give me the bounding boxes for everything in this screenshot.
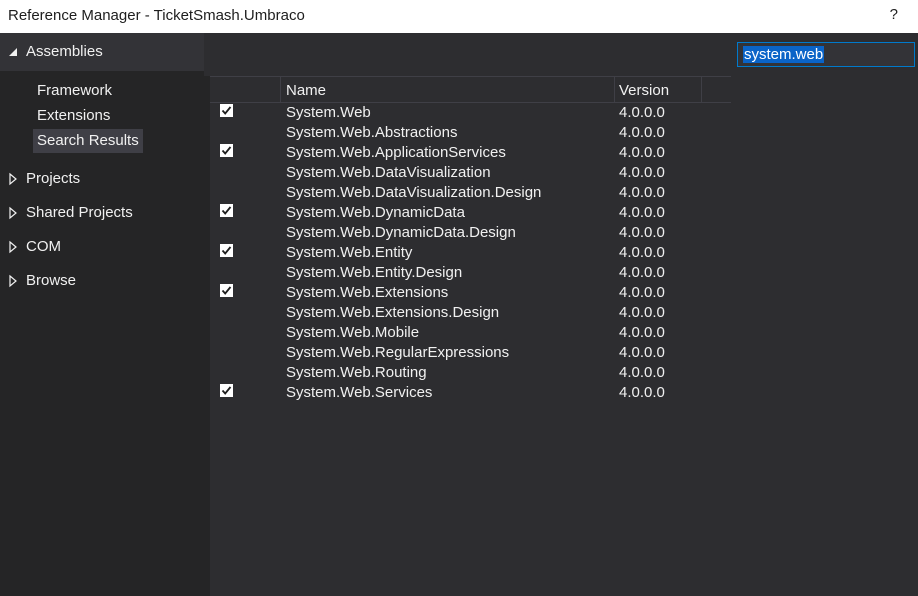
row-name: System.Web.Entity.Design — [286, 264, 463, 281]
nav-sub-framework[interactable]: Framework — [33, 79, 116, 103]
row-version: 4.0.0.0 — [619, 104, 665, 121]
row-name: System.Web.Routing — [286, 364, 427, 381]
collapsed-arrow-icon — [9, 274, 17, 288]
checkbox-checked[interactable] — [220, 204, 233, 217]
row-version: 4.0.0.0 — [619, 364, 665, 381]
row-version: 4.0.0.0 — [619, 164, 665, 181]
nav-node-projects[interactable]: Projects — [0, 168, 204, 192]
grid-header: Name Version — [210, 76, 731, 103]
row-name: System.Web.Entity — [286, 244, 413, 261]
checkbox-checked[interactable] — [220, 144, 233, 157]
row-version: 4.0.0.0 — [619, 124, 665, 141]
row-version: 4.0.0.0 — [619, 244, 665, 261]
row-name: System.Web.DataVisualization — [286, 164, 491, 181]
row-name: System.Web.Abstractions — [286, 124, 458, 141]
search-input[interactable]: system.web — [737, 42, 915, 67]
row-name: System.Web.ApplicationServices — [286, 144, 506, 161]
row-name: System.Web — [286, 104, 371, 121]
toolbar-area — [204, 33, 733, 76]
row-name: System.Web.Extensions.Design — [286, 304, 500, 321]
title-bar: Reference Manager - TicketSmash.Umbraco … — [0, 0, 918, 33]
checkbox-checked[interactable] — [220, 104, 233, 117]
row-version: 4.0.0.0 — [619, 324, 665, 341]
row-name: System.Web.Extensions — [286, 284, 449, 301]
row-name: System.Web.DynamicData — [286, 204, 465, 221]
expanded-arrow-icon — [9, 48, 17, 56]
nav-node-label: Browse — [26, 272, 77, 289]
checkmark-icon — [221, 286, 232, 295]
table-row[interactable]: System.Web.DataVisualization.Design 4.0.0… — [210, 183, 731, 203]
column-header-name[interactable]: Name — [286, 82, 326, 99]
table-row[interactable]: System.Web 4.0.0.0 — [210, 103, 731, 123]
nav-node-label: Assemblies — [26, 43, 103, 60]
row-version: 4.0.0.0 — [619, 224, 665, 241]
table-row[interactable]: System.Web.Entity 4.0.0.0 — [210, 243, 731, 263]
nav-sub-search-results[interactable]: Search Results — [33, 129, 143, 153]
checkmark-icon — [221, 386, 232, 395]
collapsed-arrow-icon — [9, 206, 17, 220]
row-name: System.Web.DynamicData.Design — [286, 224, 516, 241]
column-header-version[interactable]: Version — [619, 82, 669, 99]
checkbox-checked[interactable] — [220, 384, 233, 397]
table-row[interactable]: System.Web.RegularExpressions 4.0.0.0 — [210, 343, 731, 363]
reference-grid: Name Version System.Web 4.0.0.0 System.Web… — [210, 76, 733, 596]
checkbox-checked[interactable] — [220, 284, 233, 297]
row-name: System.Web.DataVisualization.Design — [286, 184, 542, 201]
row-version: 4.0.0.0 — [619, 284, 665, 301]
nav-node-label: Projects — [26, 170, 81, 187]
row-version: 4.0.0.0 — [619, 264, 665, 281]
table-row[interactable]: System.Web.DataVisualization 4.0.0.0 — [210, 163, 731, 183]
table-row[interactable]: System.Web.Extensions 4.0.0.0 — [210, 283, 731, 303]
column-separator[interactable] — [614, 77, 615, 102]
window-title: Reference Manager - TicketSmash.Umbraco — [8, 7, 305, 24]
table-row[interactable]: System.Web.DynamicData 4.0.0.0 — [210, 203, 731, 223]
collapsed-arrow-icon — [9, 240, 17, 254]
row-version: 4.0.0.0 — [619, 144, 665, 161]
checkmark-icon — [221, 106, 232, 115]
column-separator[interactable] — [280, 77, 281, 102]
table-row[interactable]: System.Web.DynamicData.Design 4.0.0.0 — [210, 223, 731, 243]
table-row[interactable]: System.Web.ApplicationServices 4.0.0.0 — [210, 143, 731, 163]
checkmark-icon — [221, 146, 232, 155]
nav-sub-extensions[interactable]: Extensions — [33, 104, 114, 128]
row-version: 4.0.0.0 — [619, 184, 665, 201]
nav-node-browse[interactable]: Browse — [0, 270, 204, 294]
collapsed-arrow-icon — [9, 172, 17, 186]
row-version: 4.0.0.0 — [619, 384, 665, 401]
left-nav: Assemblies Framework Extensions Search R… — [0, 33, 204, 596]
nav-node-shared-projects[interactable]: Shared Projects — [0, 202, 204, 226]
nav-node-label: Shared Projects — [26, 204, 133, 221]
row-version: 4.0.0.0 — [619, 304, 665, 321]
row-version: 4.0.0.0 — [619, 344, 665, 361]
row-version: 4.0.0.0 — [619, 204, 665, 221]
table-row[interactable]: System.Web.Extensions.Design 4.0.0.0 — [210, 303, 731, 323]
table-row[interactable]: System.Web.Mobile 4.0.0.0 — [210, 323, 731, 343]
nav-node-label: COM — [26, 238, 61, 255]
row-name: System.Web.Mobile — [286, 324, 420, 341]
checkmark-icon — [221, 206, 232, 215]
nav-node-com[interactable]: COM — [0, 236, 204, 260]
row-name: System.Web.Services — [286, 384, 433, 401]
table-row[interactable]: System.Web.Services 4.0.0.0 — [210, 383, 731, 403]
table-row[interactable]: System.Web.Entity.Design 4.0.0.0 — [210, 263, 731, 283]
search-panel: system.web — [733, 33, 918, 596]
checkbox-checked[interactable] — [220, 244, 233, 257]
nav-node-assemblies[interactable]: Assemblies — [0, 33, 204, 71]
search-input-value: system.web — [743, 46, 825, 63]
column-separator[interactable] — [701, 77, 702, 102]
table-row[interactable]: System.Web.Abstractions 4.0.0.0 — [210, 123, 731, 143]
table-row[interactable]: System.Web.Routing 4.0.0.0 — [210, 363, 731, 383]
checkmark-icon — [221, 246, 232, 255]
help-button[interactable]: ? — [890, 6, 898, 23]
row-name: System.Web.RegularExpressions — [286, 344, 510, 361]
